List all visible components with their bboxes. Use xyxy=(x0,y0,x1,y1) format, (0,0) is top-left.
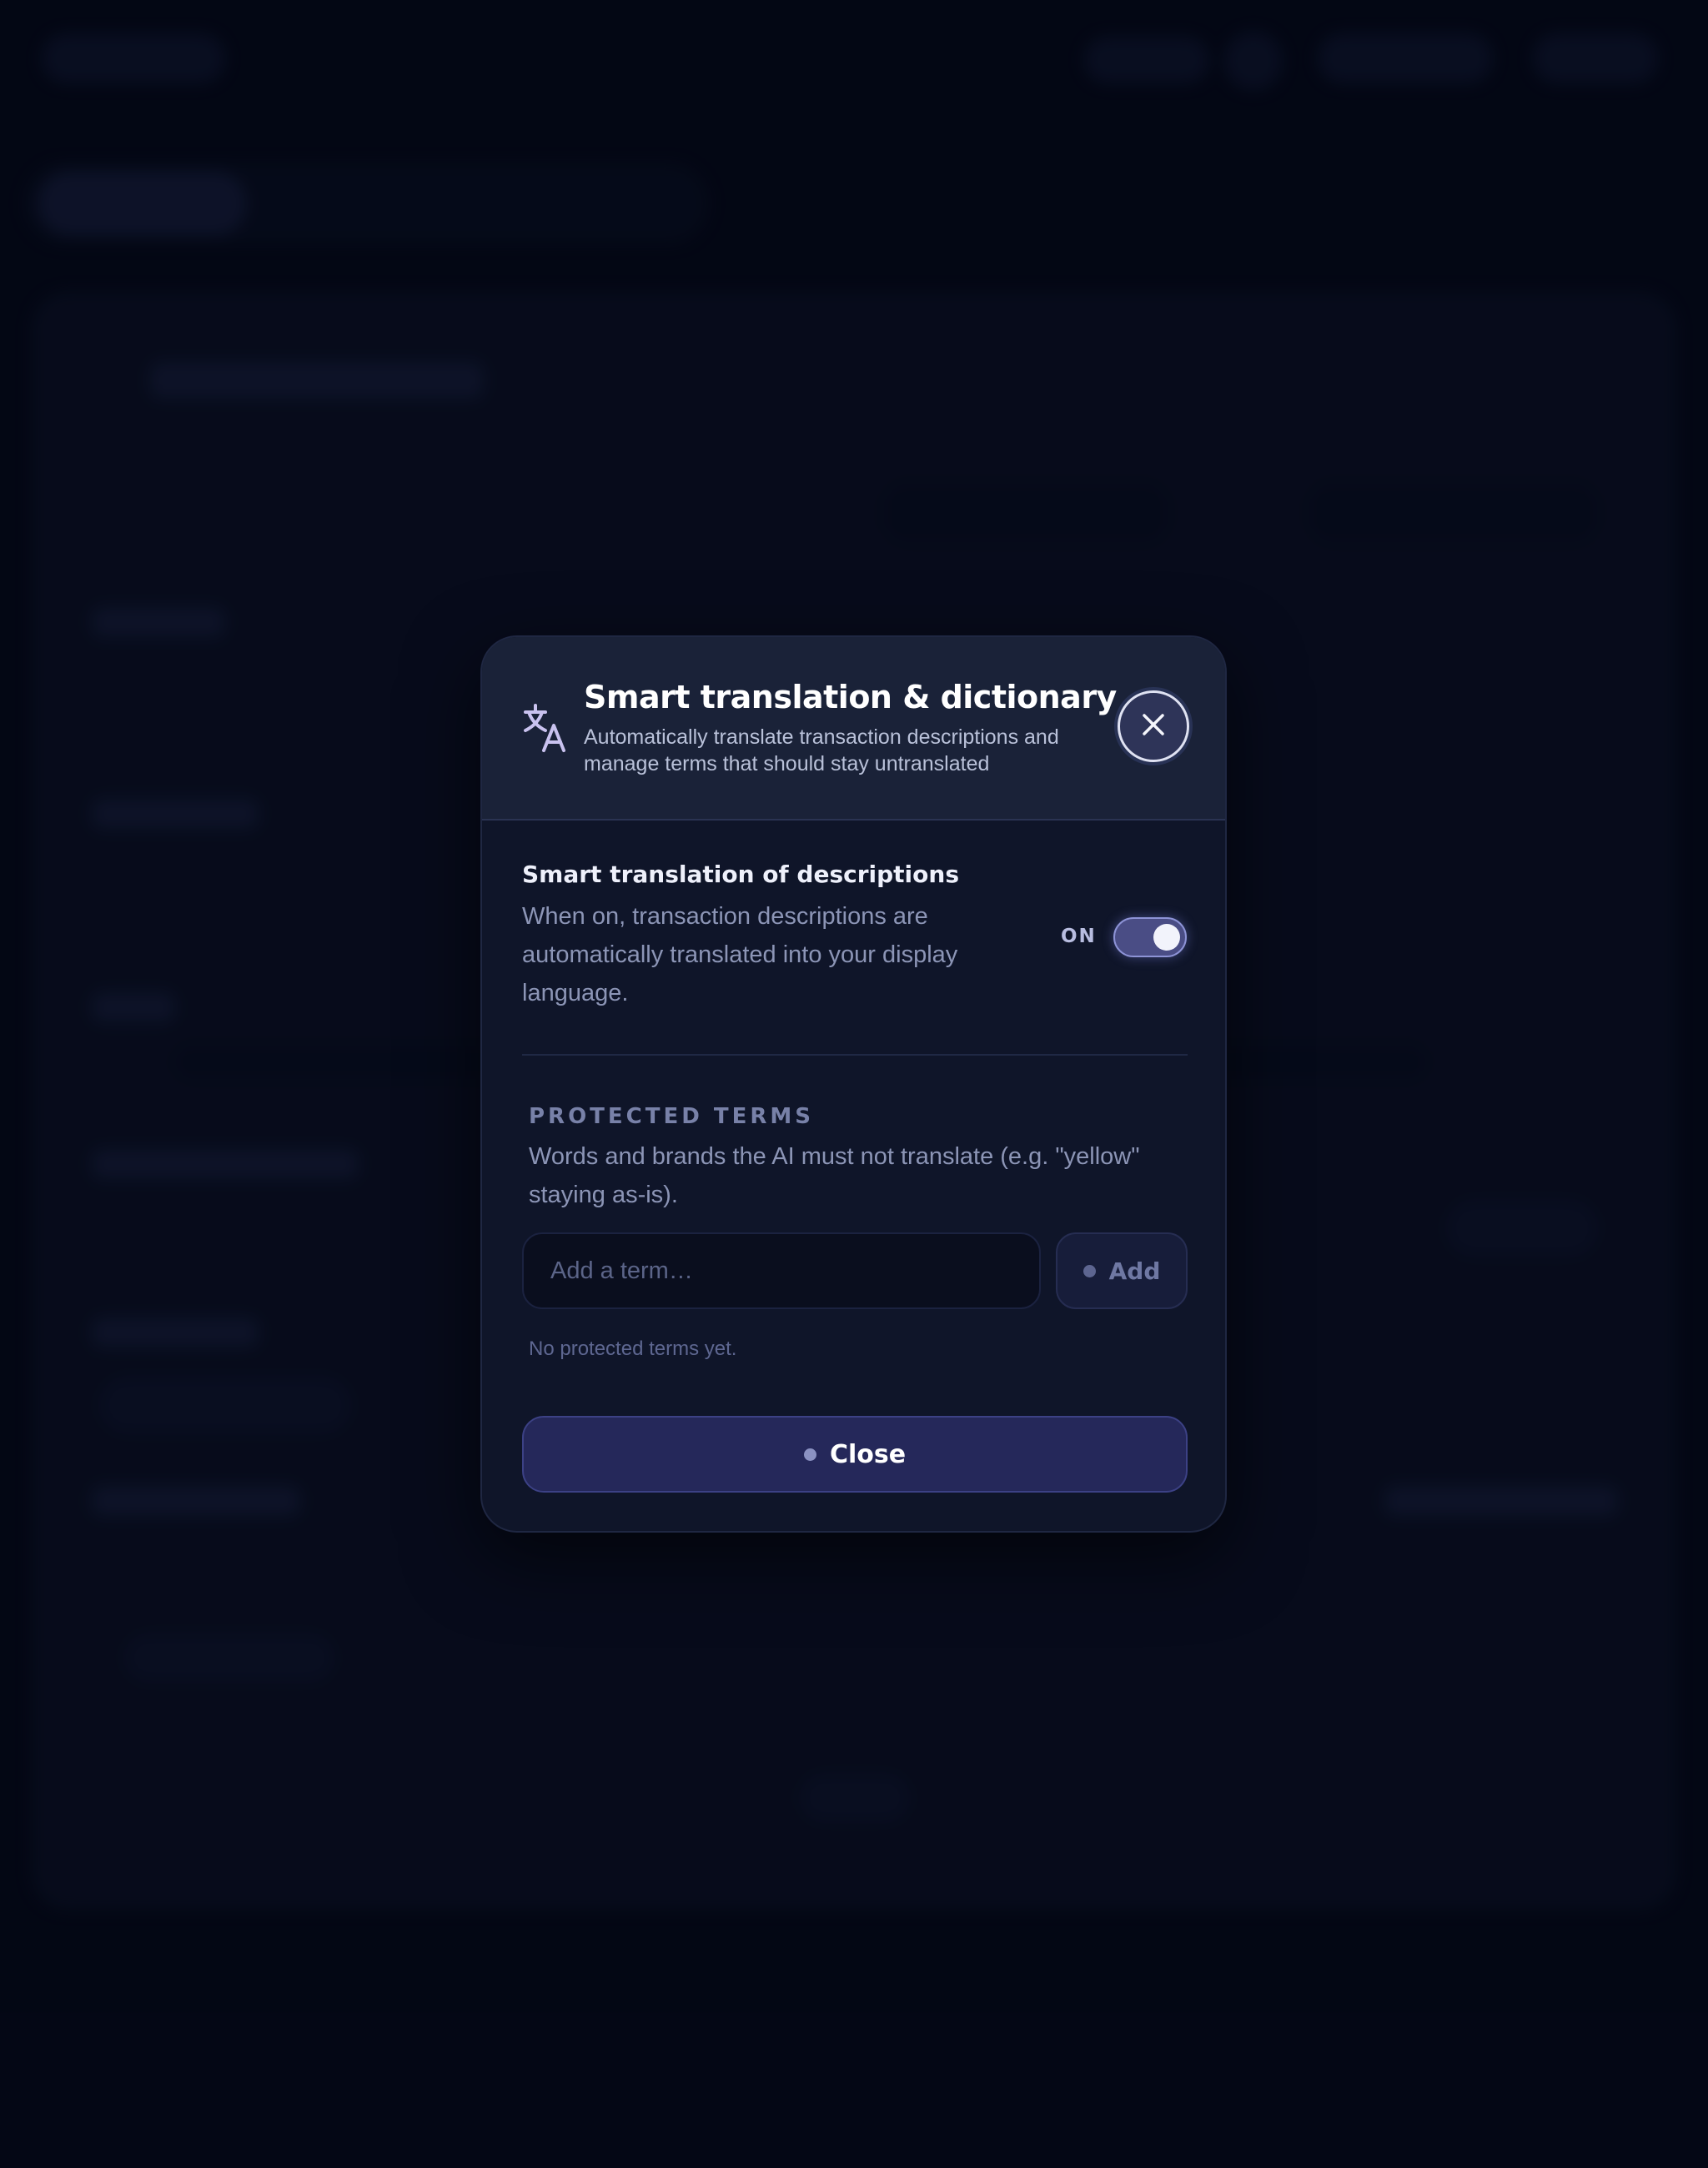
translation-setting-description: When on, transaction descriptions are au… xyxy=(522,903,958,1006)
dot-icon xyxy=(803,1448,816,1461)
translation-setting-title: Smart translation of descriptions xyxy=(522,861,959,888)
protected-terms-description: Words and brands the AI must not transla… xyxy=(529,1143,1140,1208)
close-button-label: Close xyxy=(829,1439,907,1469)
translate-icon xyxy=(522,700,569,754)
dot-icon xyxy=(1083,1264,1096,1277)
toggle-knob xyxy=(1153,924,1180,951)
toggle-state-label: ON xyxy=(1061,926,1097,947)
translation-dialog: Smart translation & dictionary Automatic… xyxy=(480,635,1227,1533)
dialog-header: Smart translation & dictionary Automatic… xyxy=(482,637,1225,821)
empty-terms-message: No protected terms yet. xyxy=(529,1337,737,1360)
dialog-subtitle: Automatically translate transaction desc… xyxy=(584,725,1059,775)
close-button[interactable]: Close xyxy=(522,1416,1188,1493)
dialog-title: Smart translation & dictionary xyxy=(584,679,1117,715)
section-divider xyxy=(522,1054,1188,1056)
close-dialog-button[interactable] xyxy=(1118,690,1189,762)
add-button-label: Add xyxy=(1108,1257,1161,1285)
smart-translation-toggle[interactable] xyxy=(1113,917,1187,957)
add-term-input[interactable] xyxy=(522,1232,1041,1309)
close-icon xyxy=(1141,712,1166,740)
add-term-button[interactable]: Add xyxy=(1056,1232,1188,1309)
protected-terms-heading: PROTECTED TERMS xyxy=(529,1104,815,1129)
